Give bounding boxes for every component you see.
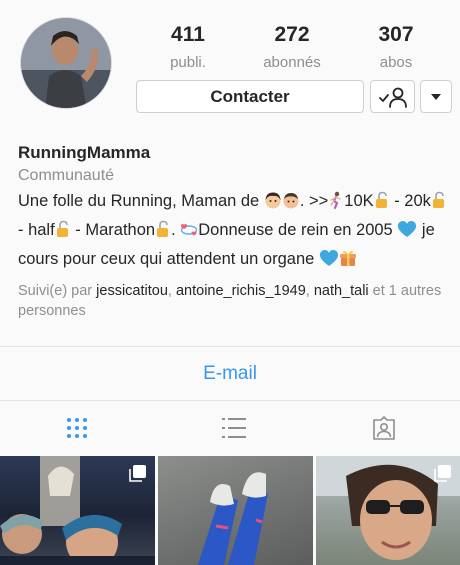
bio-part: . xyxy=(171,221,181,239)
boy-emoji-icon xyxy=(282,191,300,217)
posts-count: 411 xyxy=(171,23,205,46)
bio-part: - half xyxy=(18,221,55,239)
bio-part: Donneuse de rein en 2005 xyxy=(198,221,398,239)
bio-part: . >> xyxy=(299,192,329,210)
girl-emoji-icon xyxy=(264,191,282,217)
bio-part: - Marathon xyxy=(70,221,156,239)
grid-icon xyxy=(66,418,87,438)
tab-tagged[interactable] xyxy=(307,402,460,454)
tagged-icon xyxy=(372,416,395,440)
email-button[interactable]: E-mail xyxy=(203,363,257,385)
gift-emoji-icon xyxy=(339,249,357,275)
following-button[interactable] xyxy=(370,80,415,113)
following-label: abos xyxy=(379,54,413,71)
profile-avatar[interactable] xyxy=(20,17,112,109)
person-check-icon xyxy=(378,87,407,108)
separator: , xyxy=(167,283,176,299)
bio-text: Une folle du Running, Maman de . >> 10K -… xyxy=(18,188,448,275)
bio-part: 10K xyxy=(344,192,374,210)
posts-label: publi. xyxy=(170,54,206,71)
blue-heart-emoji-icon xyxy=(397,220,417,246)
lock-emoji-icon xyxy=(155,220,171,246)
followers-label: abonnés xyxy=(263,54,321,71)
contact-button[interactable]: Contacter xyxy=(136,80,364,113)
caret-down-icon xyxy=(431,93,441,100)
stat-followers[interactable]: 272 abonnés xyxy=(240,22,344,74)
username: RunningMamma xyxy=(18,143,151,162)
profile-bio: RunningMamma Communauté Une folle du Run… xyxy=(18,142,448,321)
followers-count: 272 xyxy=(274,23,310,46)
following-count: 307 xyxy=(378,23,414,46)
lock-emoji-icon xyxy=(431,191,447,217)
multiple-photos-icon xyxy=(129,465,146,482)
revolving-hearts-emoji-icon xyxy=(180,220,198,246)
follower-link-1[interactable]: jessicatitou xyxy=(96,283,168,299)
tab-grid[interactable] xyxy=(0,402,153,454)
follower-link-3[interactable]: nath_tali xyxy=(314,283,369,299)
bio-part: - 20k xyxy=(389,192,431,210)
running-shoes-photo xyxy=(198,472,268,565)
running-woman-emoji-icon xyxy=(328,191,344,217)
photo-grid xyxy=(0,456,460,565)
follower-link-2[interactable]: antoine_richis_1949 xyxy=(176,283,306,299)
email-action-bar[interactable]: E-mail xyxy=(0,346,460,401)
stat-posts[interactable]: 411 publi. xyxy=(136,22,240,74)
profile-stats: 411 publi. 272 abonnés 307 abos xyxy=(136,22,448,74)
followed-by-prefix: Suivi(e) par xyxy=(18,283,97,299)
blue-heart-emoji-icon xyxy=(319,249,339,275)
post-thumbnail[interactable] xyxy=(0,456,155,565)
followed-by[interactable]: Suivi(e) par jessicatitou, antoine_richi… xyxy=(18,281,448,321)
multiple-photos-icon xyxy=(434,465,451,482)
profile-tabs xyxy=(0,402,460,454)
lock-emoji-icon xyxy=(55,220,71,246)
separator: , xyxy=(305,283,314,299)
bio-part: Une folle du Running, Maman de xyxy=(18,192,264,210)
tab-list[interactable] xyxy=(157,402,310,454)
post-thumbnail[interactable] xyxy=(316,456,460,565)
account-category: Communauté xyxy=(18,167,115,184)
lock-emoji-icon xyxy=(374,191,390,217)
stat-following[interactable]: 307 abos xyxy=(344,22,448,74)
list-icon xyxy=(221,418,246,438)
post-thumbnail[interactable] xyxy=(158,456,313,565)
runner-photo xyxy=(21,18,111,108)
more-options-button[interactable] xyxy=(420,80,452,113)
